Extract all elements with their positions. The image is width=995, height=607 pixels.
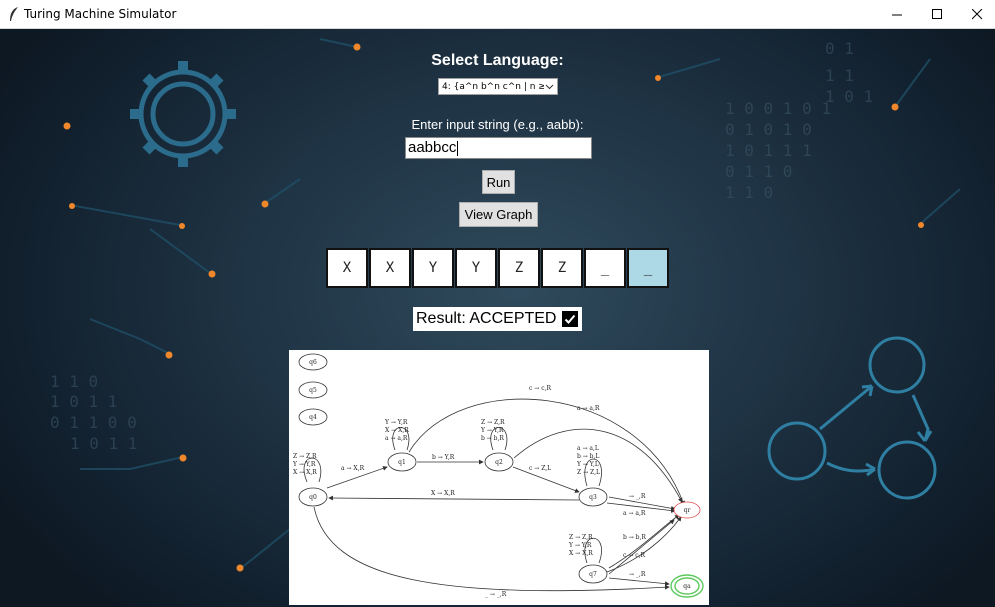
language-select[interactable]: 4: {a^n b^n c^n | n ≥ 0 <box>438 78 558 95</box>
edge-label: c → c,R <box>529 385 551 392</box>
svg-text:0 1 1 0: 0 1 1 0 <box>725 162 792 181</box>
tape-cell: Y <box>455 248 497 288</box>
minimize-button[interactable] <box>877 0 917 29</box>
edge-label: c → Z,L <box>529 465 551 472</box>
input-string-label: Enter input string (e.g., aabb): <box>411 117 584 132</box>
edge-label: a → a,R <box>577 405 600 412</box>
edge-label: b → b,L <box>577 453 599 460</box>
tape-cell: Y <box>412 248 454 288</box>
edge-label: a → X,R <box>341 465 365 472</box>
state-qr: qr <box>684 507 691 514</box>
language-select-value: 4: {a^n b^n c^n | n ≥ 0 <box>442 81 555 92</box>
gear-icon <box>130 61 236 167</box>
tape-cell: Z <box>498 248 540 288</box>
state-q6: q6 <box>309 359 317 366</box>
svg-text:0 1 1 0 0: 0 1 1 0 0 <box>50 413 137 432</box>
input-string-field[interactable]: aabbcc <box>405 137 592 159</box>
edge-label: → _,R <box>629 571 646 578</box>
app-window: Turing Machine Simulator 0 1 1 1 1 0 1 1… <box>0 0 995 607</box>
title-bar: Turing Machine Simulator <box>0 0 995 29</box>
edge-label: b → b,R <box>623 534 646 541</box>
text-caret <box>457 140 459 156</box>
feather-icon <box>10 7 18 21</box>
chevron-down-icon <box>544 81 555 92</box>
svg-text:1 0 1 1: 1 0 1 1 <box>50 392 117 411</box>
edge-label: Y → Y,R <box>480 427 504 434</box>
state-q1: q1 <box>398 459 406 466</box>
edge-label: → _,R <box>629 493 646 500</box>
state-q2: q2 <box>495 459 503 466</box>
edge-label: X → X,R <box>293 469 317 476</box>
tape-cell: Z <box>541 248 583 288</box>
view-graph-button[interactable]: View Graph <box>459 202 538 227</box>
close-icon <box>971 9 982 20</box>
edge-label: X → X,R <box>431 490 455 497</box>
edge-label: Y → Y,R <box>384 419 408 426</box>
state-q3: q3 <box>589 494 597 501</box>
tape-cell: _ <box>584 248 626 288</box>
edge-label: a → a,R <box>385 435 408 442</box>
edge-label: c → c,R <box>623 552 645 559</box>
svg-text:1 0 1 1: 1 0 1 1 <box>70 434 137 453</box>
edge-label: X → X,R <box>385 427 409 434</box>
checkmark-icon <box>562 311 579 327</box>
input-string-value: aabbcc <box>408 139 457 156</box>
svg-text:1 0 1: 1 0 1 <box>825 87 873 106</box>
edge-label: Y → Y,L <box>576 461 599 468</box>
tape-cell: X <box>326 248 368 288</box>
main-content: 0 11 11 0 1 1 0 0 1 0 10 1 0 1 01 0 1 1 … <box>0 29 995 607</box>
maximize-button[interactable] <box>917 0 957 29</box>
result-text: Result: ACCEPTED <box>416 310 557 327</box>
edge-label: a → a,L <box>577 445 599 452</box>
result-badge: Result: ACCEPTED <box>413 307 583 331</box>
state-q0: q0 <box>309 494 317 501</box>
maximize-icon <box>931 9 942 19</box>
state-graph: q6 q5 q4 q0 q1 q2 q3 q7 qr qa Z → Z,R Y … <box>289 350 709 605</box>
edge-label: b → Y,R <box>432 454 455 461</box>
run-button[interactable]: Run <box>482 170 515 194</box>
minimize-icon <box>891 14 902 16</box>
state-q5: q5 <box>309 387 317 394</box>
edge-label: Y → Y,R <box>292 461 316 468</box>
tape: X X Y Y Z Z _ _ <box>326 248 669 288</box>
tape-cell-head: _ <box>627 248 669 288</box>
language-heading: Select Language: <box>431 52 564 69</box>
state-q4: q4 <box>309 414 317 421</box>
edge-label: a → a,R <box>623 510 646 517</box>
edge-label: X → X,R <box>569 550 593 557</box>
svg-text:1 0 1 1 1: 1 0 1 1 1 <box>725 141 812 160</box>
edge-label: Z → Z,R <box>481 419 505 426</box>
state-qa: qa <box>683 583 691 590</box>
state-q7: q7 <box>589 571 597 578</box>
svg-text:1 0 0 1 0 1: 1 0 0 1 0 1 <box>725 99 831 118</box>
edge-label: Z → Z,R <box>569 534 593 541</box>
edge-label: Y → Y,R <box>568 542 592 549</box>
automaton-icon <box>767 336 937 500</box>
svg-text:1 1 0: 1 1 0 <box>50 372 98 391</box>
close-button[interactable] <box>957 0 995 29</box>
window-title: Turing Machine Simulator <box>24 7 177 21</box>
edge-label: b → b,R <box>481 435 504 442</box>
svg-text:1 1 0: 1 1 0 <box>725 183 773 202</box>
edge-label: _ → _,R <box>485 591 507 598</box>
edge-label: Z → Z,R <box>293 453 317 460</box>
tape-cell: X <box>369 248 411 288</box>
edge-label: Z → Z,L <box>577 469 600 476</box>
